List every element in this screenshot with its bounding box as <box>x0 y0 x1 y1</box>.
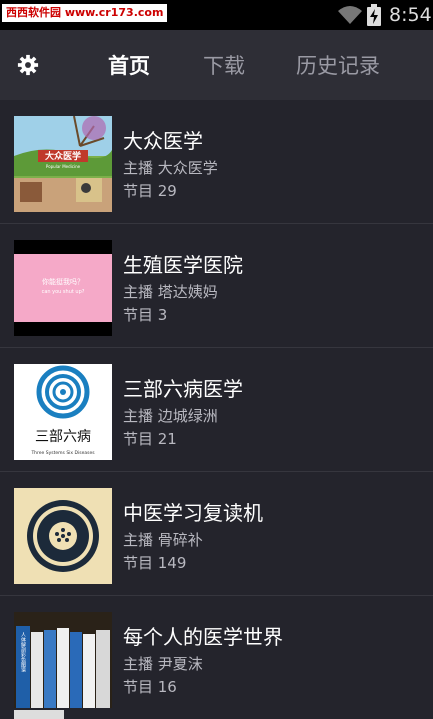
program-cover-image <box>14 488 112 584</box>
tab-history[interactable]: 历史记录 <box>296 52 380 80</box>
watermark: 西西软件园 www.cr173.com <box>2 4 168 22</box>
program-row[interactable]: 中医学习复读机 主播 骨碎补 节目 149 <box>0 472 433 596</box>
program-row[interactable]: 大众医学 Popular Medicine 大众医学 主播 大众医学 节目 29 <box>0 100 433 224</box>
cover-subtext: Popular Medicine <box>46 164 81 169</box>
tab-home[interactable]: 首页 <box>108 52 150 80</box>
program-host: 主播 尹夏沫 <box>123 655 203 673</box>
program-host: 主播 骨碎补 <box>123 531 203 549</box>
wifi-icon <box>338 6 362 24</box>
program-host: 主播 边城绿洲 <box>123 407 218 425</box>
cover-text: 三部六病 <box>35 429 91 445</box>
program-title: 大众医学 <box>123 129 203 153</box>
cover-text: 大众医学 <box>45 150 81 162</box>
program-title: 中医学习复读机 <box>123 501 263 525</box>
program-episode-count: 节目 149 <box>123 554 187 572</box>
program-list: 大众医学 Popular Medicine 大众医学 主播 大众医学 节目 29… <box>0 100 433 719</box>
tab-download[interactable]: 下载 <box>203 52 245 80</box>
program-title: 每个人的医学世界 <box>123 625 283 649</box>
program-row[interactable]: 你能挺我吗？ can you shut up? 生殖医学医院 主播 塔达姨妈 节… <box>0 224 433 348</box>
top-navigation: 首页 下载 历史记录 <box>0 30 433 100</box>
program-cover-image: 三部六病 Three Systems Six Diseases <box>14 364 112 460</box>
program-episode-count: 节目 29 <box>123 182 177 200</box>
status-bar: 西西软件园 www.cr173.com 8:54 <box>0 0 433 30</box>
cover-text: 人体解剖彩色图谱 <box>20 632 26 673</box>
program-episode-count: 节目 3 <box>123 306 168 324</box>
program-row[interactable]: 人体解剖彩色图谱 每个人的医学世界 主播 尹夏沫 节目 16 <box>0 596 433 719</box>
battery-charging-icon <box>367 4 381 26</box>
program-cover-image: 大众医学 Popular Medicine <box>14 116 112 212</box>
program-title: 生殖医学医院 <box>123 253 243 277</box>
cover-text: 你能挺我吗？ <box>42 277 84 286</box>
next-program-cover-peek <box>14 710 64 719</box>
program-episode-count: 节目 21 <box>123 430 177 448</box>
program-host: 主播 塔达姨妈 <box>123 283 218 301</box>
program-title: 三部六病医学 <box>123 377 243 401</box>
program-host: 主播 大众医学 <box>123 159 218 177</box>
program-row[interactable]: 三部六病 Three Systems Six Diseases 三部六病医学 主… <box>0 348 433 472</box>
program-episode-count: 节目 16 <box>123 678 177 696</box>
program-cover-image: 你能挺我吗？ can you shut up? <box>14 240 112 336</box>
clock: 8:54 <box>389 4 432 26</box>
program-cover-image: 人体解剖彩色图谱 <box>14 612 112 708</box>
cover-subtext: can you shut up? <box>42 289 85 295</box>
gear-icon[interactable] <box>17 54 39 76</box>
cover-subtext: Three Systems Six Diseases <box>30 450 95 456</box>
